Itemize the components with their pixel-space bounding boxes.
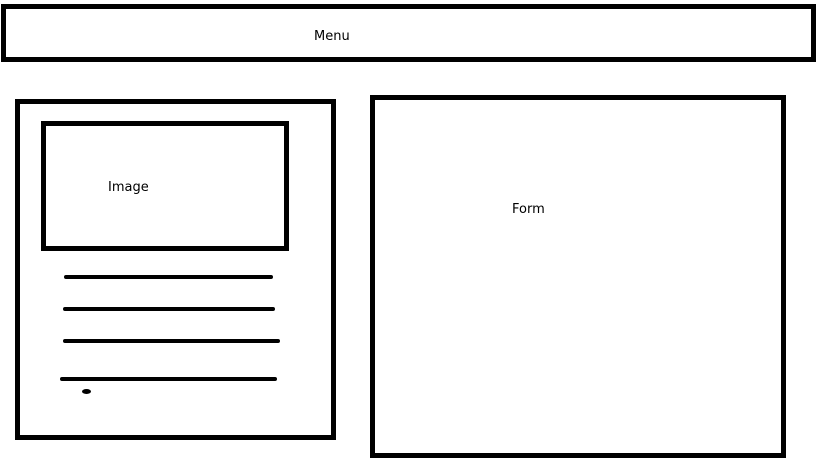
text-line-placeholder: [64, 275, 273, 279]
text-line-placeholder: [60, 377, 277, 381]
menu-label: Menu: [314, 29, 350, 44]
form-label: Form: [512, 202, 545, 217]
text-line-placeholder: [63, 339, 280, 343]
text-line-placeholder: [63, 307, 275, 311]
ink-dot: [82, 389, 91, 394]
image-label: Image: [108, 180, 149, 195]
image-placeholder: Image: [41, 121, 289, 251]
form-placeholder[interactable]: Form: [370, 95, 786, 458]
menu-bar[interactable]: Menu: [1, 4, 816, 62]
